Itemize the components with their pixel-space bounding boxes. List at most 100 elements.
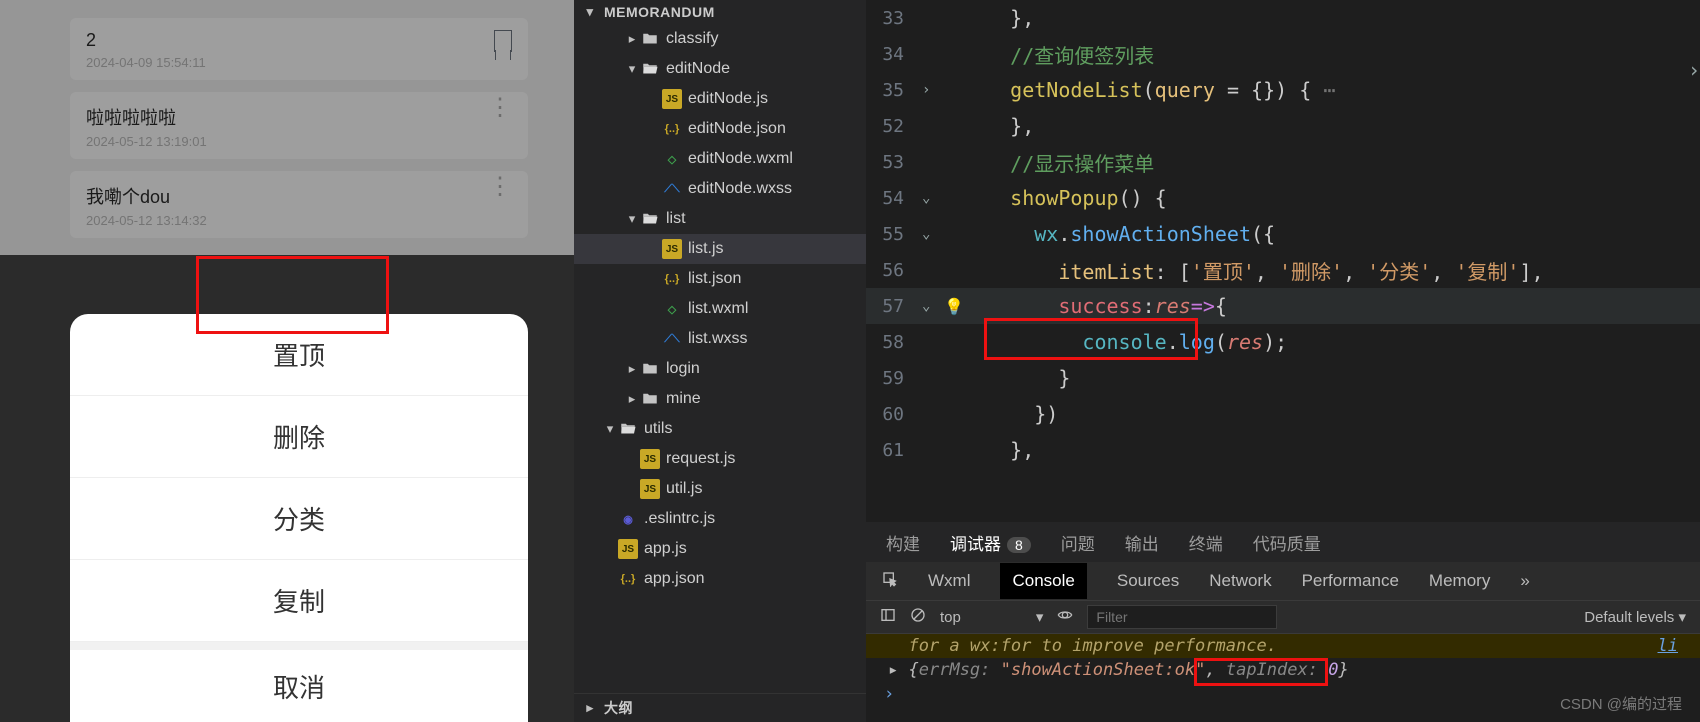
fold-icon[interactable]: › xyxy=(922,82,944,98)
tab-build[interactable]: 构建 xyxy=(886,530,920,555)
tab-code-quality[interactable]: 代码质量 xyxy=(1253,530,1321,555)
file-item[interactable]: ◇list.wxml xyxy=(574,294,866,324)
watermark: CSDN @编的过程 xyxy=(1560,693,1682,714)
line-number: 60 xyxy=(866,404,922,425)
code-line[interactable]: 54⌄ showPopup() { xyxy=(866,180,1700,216)
tab-problems[interactable]: 问题 xyxy=(1061,530,1095,555)
log-level-select[interactable]: Default levels ▾ xyxy=(1584,608,1686,626)
fold-icon[interactable]: ⌄ xyxy=(922,298,944,314)
action-sheet-item-top[interactable]: 置顶 xyxy=(70,314,528,396)
chevron-icon: ▸ xyxy=(624,391,640,407)
lightbulb-icon[interactable]: 💡 xyxy=(944,297,962,316)
code-line[interactable]: 55⌄ wx.showActionSheet({ xyxy=(866,216,1700,252)
tree-label: list.json xyxy=(688,270,741,288)
tab-output[interactable]: 输出 xyxy=(1125,530,1159,555)
tab-network[interactable]: Network xyxy=(1209,571,1271,591)
folder-item[interactable]: ▸classify xyxy=(574,24,866,54)
bookmark-icon[interactable] xyxy=(494,30,512,52)
code-line[interactable]: 53 //显示操作菜单 xyxy=(866,144,1700,180)
file-item[interactable]: ◉.eslintrc.js xyxy=(574,504,866,534)
clear-console-icon[interactable] xyxy=(910,607,926,627)
action-sheet-item-copy[interactable]: 复制 xyxy=(70,560,528,642)
code-line[interactable]: 33 }, xyxy=(866,0,1700,36)
tab-console[interactable]: Console xyxy=(1000,563,1086,599)
filter-input[interactable] xyxy=(1087,605,1277,629)
file-item[interactable]: {..}app.json xyxy=(574,564,866,594)
fold-expand-icon[interactable]: › xyxy=(1688,58,1700,82)
action-sheet-cancel[interactable]: 取消 xyxy=(70,642,528,722)
tab-performance[interactable]: Performance xyxy=(1302,571,1399,591)
tab-terminal[interactable]: 终端 xyxy=(1189,530,1223,555)
expand-icon[interactable]: ▸ xyxy=(888,660,898,680)
fold-icon[interactable]: ⌄ xyxy=(922,226,944,242)
sidebar-toggle-icon[interactable] xyxy=(880,607,896,627)
file-item[interactable]: JSrequest.js xyxy=(574,444,866,474)
file-item[interactable]: ⟋⟍editNode.wxss xyxy=(574,174,866,204)
tree-label: editNode.js xyxy=(688,90,768,108)
file-item[interactable]: {..}editNode.json xyxy=(574,114,866,144)
note-card[interactable]: 2 2024-04-09 15:54:11 xyxy=(70,18,528,80)
line-number: 59 xyxy=(866,368,922,389)
file-item[interactable]: JSapp.js xyxy=(574,534,866,564)
project-name: MEMORANDUM xyxy=(604,4,715,20)
note-timestamp: 2024-05-12 13:19:01 xyxy=(86,134,488,149)
tree-label: .eslintrc.js xyxy=(644,510,715,528)
simulator-pane: 2 2024-04-09 15:54:11 啦啦啦啦啦 2024-05-12 1… xyxy=(0,0,574,722)
code-text: wx.showActionSheet({ xyxy=(962,222,1275,246)
code-line[interactable]: 61 }, xyxy=(866,432,1700,468)
console-toolbar: top ▾ Default levels ▾ xyxy=(866,600,1700,634)
line-number: 55 xyxy=(866,224,922,245)
more-icon[interactable]: ⋮ xyxy=(488,104,512,112)
file-item[interactable]: JSlist.js xyxy=(574,234,866,264)
file-item[interactable]: JSutil.js xyxy=(574,474,866,504)
explorer-section-header[interactable]: ▾ MEMORANDUM xyxy=(574,0,866,24)
code-line[interactable]: 34 //查询便签列表 xyxy=(866,36,1700,72)
outline-section-header[interactable]: ▸ 大纲 xyxy=(574,693,866,722)
line-number: 61 xyxy=(866,440,922,461)
file-item[interactable]: ◇editNode.wxml xyxy=(574,144,866,174)
chevron-icon: ▸ xyxy=(624,31,640,47)
code-line[interactable]: 59 } xyxy=(866,360,1700,396)
tree-label: app.json xyxy=(644,570,705,588)
live-expression-icon[interactable] xyxy=(1057,607,1073,627)
context-select[interactable]: top ▾ xyxy=(940,608,1043,626)
tree-label: list.wxml xyxy=(688,300,748,318)
tab-wxml[interactable]: Wxml xyxy=(928,571,970,591)
fold-icon[interactable]: ⌄ xyxy=(922,190,944,206)
folder-item[interactable]: ▸login xyxy=(574,354,866,384)
tree-label: editNode.wxml xyxy=(688,150,793,168)
inspect-icon[interactable] xyxy=(882,571,898,592)
more-tabs-icon[interactable]: » xyxy=(1520,571,1529,591)
line-number: 33 xyxy=(866,8,922,29)
action-sheet-item-classify[interactable]: 分类 xyxy=(70,478,528,560)
tab-debugger[interactable]: 调试器8 xyxy=(950,530,1031,555)
file-item[interactable]: {..}list.json xyxy=(574,264,866,294)
tree-label: list.wxss xyxy=(688,330,748,348)
line-number: 34 xyxy=(866,44,922,65)
tree-label: app.js xyxy=(644,540,687,558)
tab-memory[interactable]: Memory xyxy=(1429,571,1490,591)
code-line[interactable]: 35› getNodeList(query = {}) { ⋯ xyxy=(866,72,1700,108)
code-editor[interactable]: › 33 },34 //查询便签列表35› getNodeList(query … xyxy=(866,0,1700,522)
note-card[interactable]: 啦啦啦啦啦 2024-05-12 13:19:01 ⋮ xyxy=(70,92,528,159)
code-line[interactable]: 60 }) xyxy=(866,396,1700,432)
note-timestamp: 2024-05-12 13:14:32 xyxy=(86,213,488,228)
tab-sources[interactable]: Sources xyxy=(1117,571,1179,591)
note-card[interactable]: 我嘞个dou 2024-05-12 13:14:32 ⋮ xyxy=(70,171,528,238)
file-item[interactable]: ⟋⟍list.wxss xyxy=(574,324,866,354)
folder-item[interactable]: ▾editNode xyxy=(574,54,866,84)
action-sheet-item-delete[interactable]: 删除 xyxy=(70,396,528,478)
outline-label: 大纲 xyxy=(604,698,633,718)
folder-item[interactable]: ▾utils xyxy=(574,414,866,444)
more-icon[interactable]: ⋮ xyxy=(488,183,512,191)
console-log-line[interactable]: ▸ {errMsg: "showActionSheet:ok", tapInde… xyxy=(866,658,1700,682)
code-line[interactable]: 56 itemList: ['置顶', '删除', '分类', '复制'], xyxy=(866,252,1700,288)
code-line[interactable]: 52 }, xyxy=(866,108,1700,144)
folder-item[interactable]: ▸mine xyxy=(574,384,866,414)
code-line[interactable]: 57⌄💡 success:res=>{ xyxy=(866,288,1700,324)
code-line[interactable]: 58 console.log(res); xyxy=(866,324,1700,360)
folder-item[interactable]: ▾list xyxy=(574,204,866,234)
file-item[interactable]: JSeditNode.js xyxy=(574,84,866,114)
file-tree[interactable]: ▸classify▾editNodeJSeditNode.js{..}editN… xyxy=(574,24,866,693)
note-title: 我嘞个dou xyxy=(86,183,488,209)
